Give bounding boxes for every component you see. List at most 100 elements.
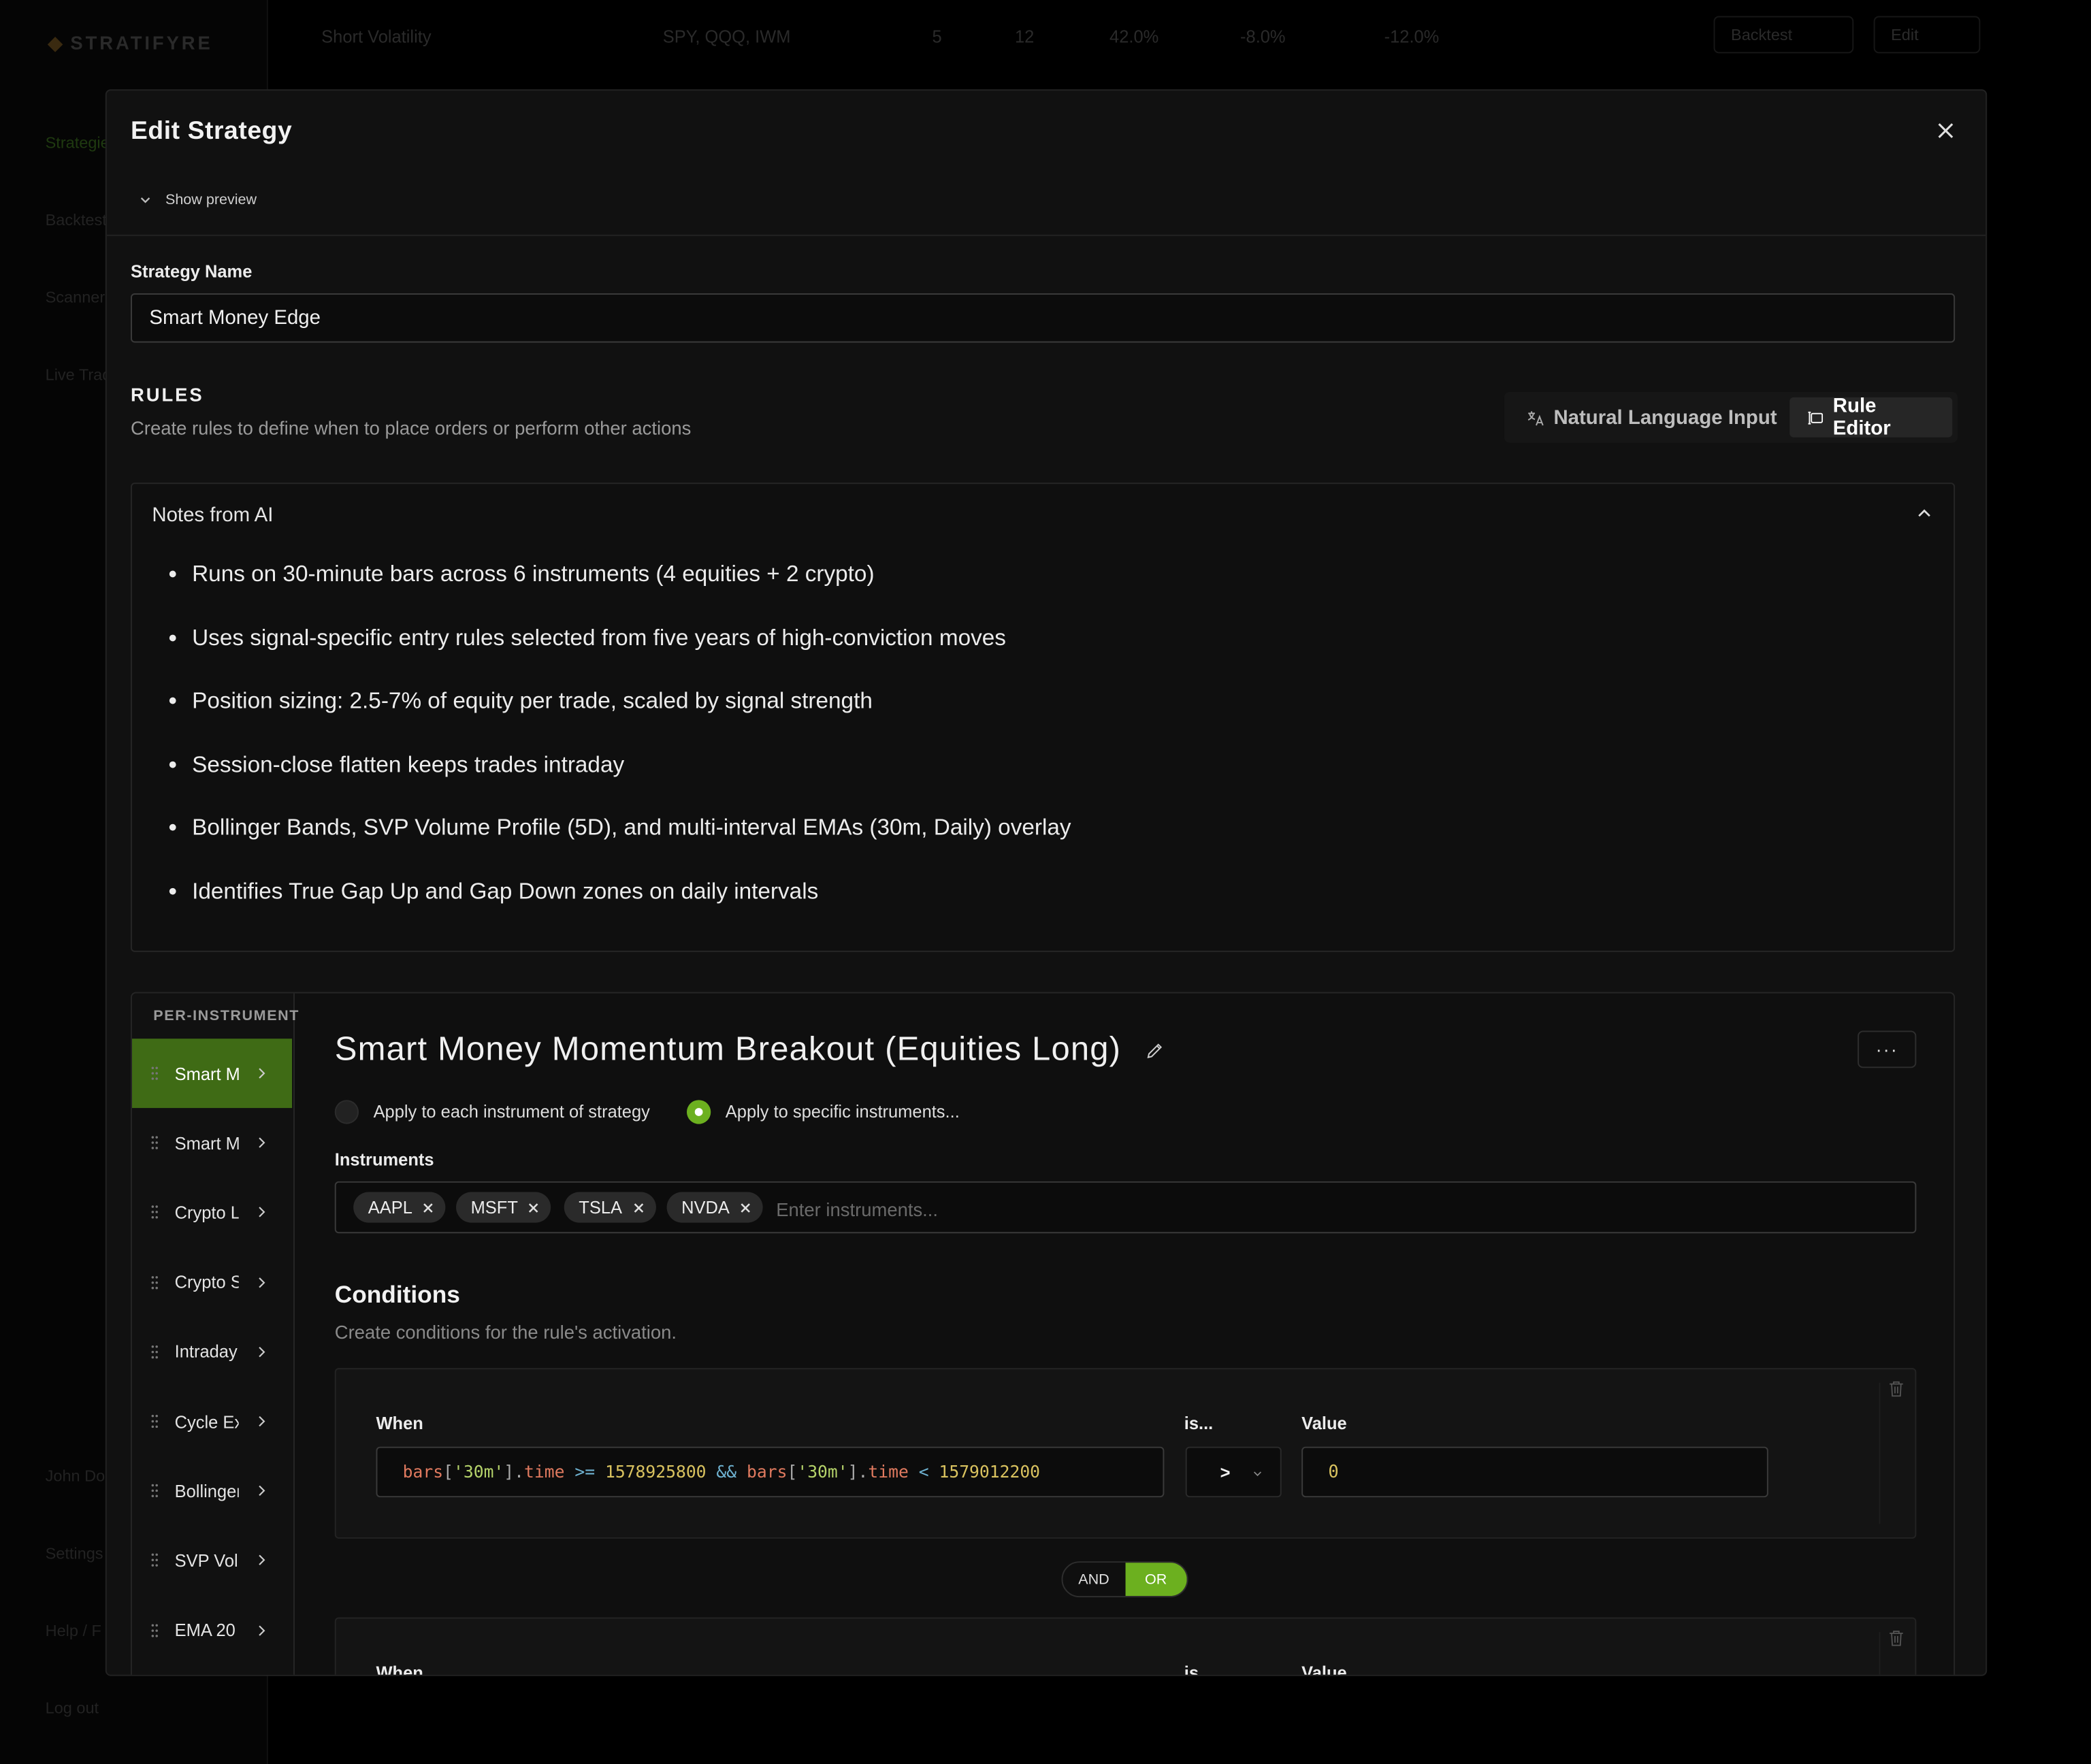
rule-list-item-label: Crypto Long <box>174 1202 239 1223</box>
tab-natural-language-label: Natural Language Input <box>1553 406 1777 429</box>
edit-strategy-modal: Edit Strategy Show preview Strategy Name… <box>105 89 1988 1676</box>
conditions-title: Conditions <box>334 1281 460 1308</box>
drag-handle-icon[interactable] <box>150 1205 159 1221</box>
strategy-name-label: Strategy Name <box>131 261 253 282</box>
tab-rule-editor-label: Rule Editor <box>1832 394 1891 440</box>
condition-card: When is... Value bars['30m'].time >= 157… <box>334 1368 1917 1539</box>
ai-note-item: Identifies True Gap Up and Gap Down zone… <box>192 876 1926 939</box>
bg-nav-logout: Log out <box>45 1699 99 1718</box>
trash-icon[interactable] <box>1888 1629 1904 1646</box>
text-cursor-icon <box>1808 410 1823 424</box>
show-preview-label: Show preview <box>165 192 257 208</box>
bg-backtest-button: Backtest <box>1713 16 1854 54</box>
instrument-chip-label: NVDA <box>681 1197 730 1218</box>
value-label: Value <box>1301 1663 1347 1676</box>
rule-list-item-label: Bollinger <box>174 1481 239 1501</box>
drag-handle-icon[interactable] <box>150 1483 159 1499</box>
rule-list-item[interactable]: Cycle Exit <box>132 1387 292 1456</box>
chevron-up-icon[interactable] <box>1913 503 1934 524</box>
apply-specific-radio[interactable] <box>686 1100 711 1124</box>
drag-handle-icon[interactable] <box>150 1552 159 1569</box>
rule-title: Smart Money Momentum Breakout (Equities … <box>334 1030 1122 1068</box>
rule-list-item[interactable]: Intraday <box>132 1317 292 1386</box>
operator-select[interactable]: > <box>1185 1446 1282 1498</box>
instrument-chip: TSLA <box>564 1192 655 1223</box>
pencil-icon[interactable] <box>1146 1041 1164 1060</box>
apply-each-radio[interactable] <box>334 1100 359 1124</box>
apply-specific-label[interactable]: Apply to specific instruments... <box>726 1101 960 1121</box>
ai-note-item: Uses signal-specific entry rules selecte… <box>192 622 1926 685</box>
chevron-right-icon <box>259 1068 265 1079</box>
show-preview-toggle[interactable]: Show preview <box>139 192 257 208</box>
rule-list-item[interactable]: EMA 20 <box>132 1595 292 1665</box>
apply-each-label[interactable]: Apply to each instrument of strategy <box>374 1101 650 1121</box>
chevron-right-icon <box>259 1416 265 1427</box>
rule-list-item[interactable]: Crypto Long <box>132 1178 292 1247</box>
operator-value: > <box>1220 1462 1231 1482</box>
condition-card: When is... Value <box>334 1617 1917 1676</box>
chevron-right-icon <box>259 1555 265 1566</box>
ai-note-item: Bollinger Bands, SVP Volume Profile (5D)… <box>192 813 1926 876</box>
drag-handle-icon[interactable] <box>150 1274 159 1290</box>
tab-rule-editor[interactable]: Rule Editor <box>1789 394 1953 440</box>
remove-chip-icon[interactable] <box>739 1200 753 1214</box>
remove-chip-icon[interactable] <box>528 1200 541 1214</box>
chevron-right-icon <box>259 1486 265 1497</box>
app-root: ◆ STRATIFYRE Strategies Backtest Scanner … <box>0 0 2091 1764</box>
instruments-input[interactable] <box>773 1193 1312 1226</box>
or-button[interactable]: OR <box>1124 1563 1187 1597</box>
bg-row-name: Short Volatility <box>321 27 432 47</box>
rule-editor-panel: PER-INSTRUMENT Smart Money Momentum Brea… <box>131 992 1956 1676</box>
ai-note-item: Position sizing: 2.5-7% of equity per tr… <box>192 685 1926 749</box>
rule-list-item-label: Smart Money <box>174 1132 239 1154</box>
rule-list-sidebar: PER-INSTRUMENT Smart Money Momentum Brea… <box>131 993 298 1675</box>
condition-value-input[interactable] <box>1301 1446 1768 1498</box>
rule-list-item[interactable]: Smart Money <box>132 1108 292 1177</box>
chevron-down-icon <box>1253 1471 1262 1477</box>
bg-row-col5: -12.0% <box>1384 27 1440 47</box>
drag-handle-icon[interactable] <box>150 1414 159 1430</box>
drag-handle-icon[interactable] <box>150 1343 159 1360</box>
bg-row-col1: 5 <box>932 27 942 47</box>
bg-row-col3: 42.0% <box>1109 27 1159 47</box>
background-strategy-row: Short Volatility SPY, QQQ, IWM 5 12 42.0… <box>267 0 2091 72</box>
translate-icon <box>1527 410 1544 425</box>
bg-row-instruments: SPY, QQQ, IWM <box>662 27 791 47</box>
trash-icon[interactable] <box>1888 1380 1904 1397</box>
rule-list-item[interactable]: Bollinger <box>132 1456 292 1526</box>
chevron-right-icon <box>259 1277 265 1288</box>
tab-natural-language-input[interactable]: Natural Language Input <box>1510 397 1794 438</box>
instruments-field[interactable]: AAPL MSFT TSLA NVDA <box>334 1181 1917 1234</box>
card-divider <box>1879 1382 1881 1524</box>
rule-list-item-label: Cycle Exit <box>174 1411 239 1432</box>
chevron-right-icon <box>259 1624 265 1635</box>
rules-subtitle: Create rules to define when to place ord… <box>131 417 692 439</box>
remove-chip-icon[interactable] <box>422 1200 436 1214</box>
remove-chip-icon[interactable] <box>632 1200 645 1214</box>
rule-more-button[interactable]: ··· <box>1858 1030 1917 1068</box>
bg-nav-user: John Do <box>45 1467 106 1486</box>
bg-edit-button: Edit <box>1873 16 1981 54</box>
ai-notes-title: Notes from AI <box>152 504 274 527</box>
chevron-right-icon <box>259 1346 265 1357</box>
modal-title: Edit Strategy <box>131 117 293 146</box>
rule-list-item-label: EMA 20 <box>174 1620 236 1640</box>
divider <box>106 234 1986 236</box>
drag-handle-icon[interactable] <box>150 1135 159 1152</box>
close-icon[interactable] <box>1932 117 1959 144</box>
rule-list-item[interactable]: Crypto Short <box>132 1247 292 1317</box>
when-label: When <box>376 1413 423 1434</box>
strategy-name-input[interactable] <box>131 293 1956 343</box>
rule-list-item[interactable]: SVP Volume <box>132 1526 292 1595</box>
rule-list-item-label: Crypto Short <box>174 1272 239 1292</box>
when-label: When <box>376 1663 423 1676</box>
rule-list-item[interactable]: Smart Money Momentum Breakout (Equities … <box>131 1039 293 1109</box>
ai-note-item: Session-close flatten keeps trades intra… <box>192 749 1926 813</box>
instrument-chip: MSFT <box>456 1192 551 1223</box>
and-button[interactable]: AND <box>1063 1563 1124 1596</box>
rules-heading: RULES <box>131 384 204 406</box>
condition-expression-input[interactable]: bars['30m'].time >= 1578925800 && bars['… <box>376 1446 1165 1498</box>
drag-handle-icon[interactable] <box>150 1622 159 1639</box>
rule-list-item-label: SVP Volume <box>174 1550 239 1571</box>
drag-handle-icon[interactable] <box>150 1065 159 1081</box>
